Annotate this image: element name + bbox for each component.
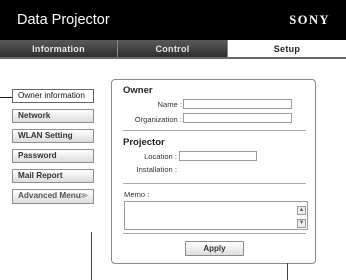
memo-label: Memo : <box>124 190 150 199</box>
scroll-up-icon[interactable]: ▲ <box>297 206 306 215</box>
tab-setup[interactable]: Setup <box>228 40 346 57</box>
sidebar-item-label: Password <box>18 151 57 160</box>
callout-line-right <box>287 263 288 280</box>
tab-control[interactable]: Control <box>118 40 228 57</box>
sidebar-item-label: Owner information <box>18 91 85 100</box>
installation-label: Installation : <box>136 165 177 174</box>
section-divider <box>123 183 306 184</box>
projector-section-title: Projector <box>123 137 165 148</box>
section-divider <box>123 233 306 234</box>
owner-section-title: Owner <box>123 85 153 96</box>
sidebar-item-network[interactable]: Network <box>12 109 94 123</box>
brand-logo: SONY <box>289 13 330 27</box>
sidebar-item-mail-report[interactable]: Mail Report <box>12 169 94 183</box>
sidebar-item-label: Network <box>18 111 51 120</box>
callout-line <box>0 97 12 98</box>
sidebar-item-password[interactable]: Password <box>12 149 94 163</box>
section-divider <box>123 130 306 131</box>
organization-field[interactable] <box>183 113 292 123</box>
sidebar-item-label: Advanced Menu <box>18 191 81 200</box>
tab-bar: Information Control Setup <box>0 40 346 57</box>
organization-label: Organization : <box>134 115 182 124</box>
tab-information[interactable]: Information <box>0 40 118 57</box>
chevron-down-icon: ≫ <box>79 191 88 200</box>
location-field[interactable] <box>179 151 257 161</box>
memo-textarea[interactable] <box>124 201 308 230</box>
apply-button[interactable]: Apply <box>185 241 244 256</box>
owner-information-panel: Owner Name : Organization : Projector Lo… <box>111 79 316 264</box>
sidebar-item-wlan-setting[interactable]: WLAN Setting <box>12 129 94 143</box>
sidebar-item-label: WLAN Setting <box>18 131 73 140</box>
app-title: Data Projector <box>17 12 110 28</box>
callout-line-left <box>91 232 92 280</box>
sidebar-menu: Owner information Network WLAN Setting P… <box>12 89 94 210</box>
sidebar-item-advanced-menu[interactable]: Advanced Menu ≫ <box>12 189 94 204</box>
location-label: Location : <box>144 152 177 161</box>
name-label: Name : <box>157 100 182 109</box>
name-field[interactable] <box>183 99 292 109</box>
app-header: Data Projector SONY <box>0 0 346 40</box>
sidebar-item-label: Mail Report <box>18 171 63 180</box>
scroll-down-icon[interactable]: ▼ <box>297 219 306 228</box>
sidebar-item-owner-information[interactable]: Owner information <box>12 89 94 103</box>
header-divider <box>0 57 346 59</box>
